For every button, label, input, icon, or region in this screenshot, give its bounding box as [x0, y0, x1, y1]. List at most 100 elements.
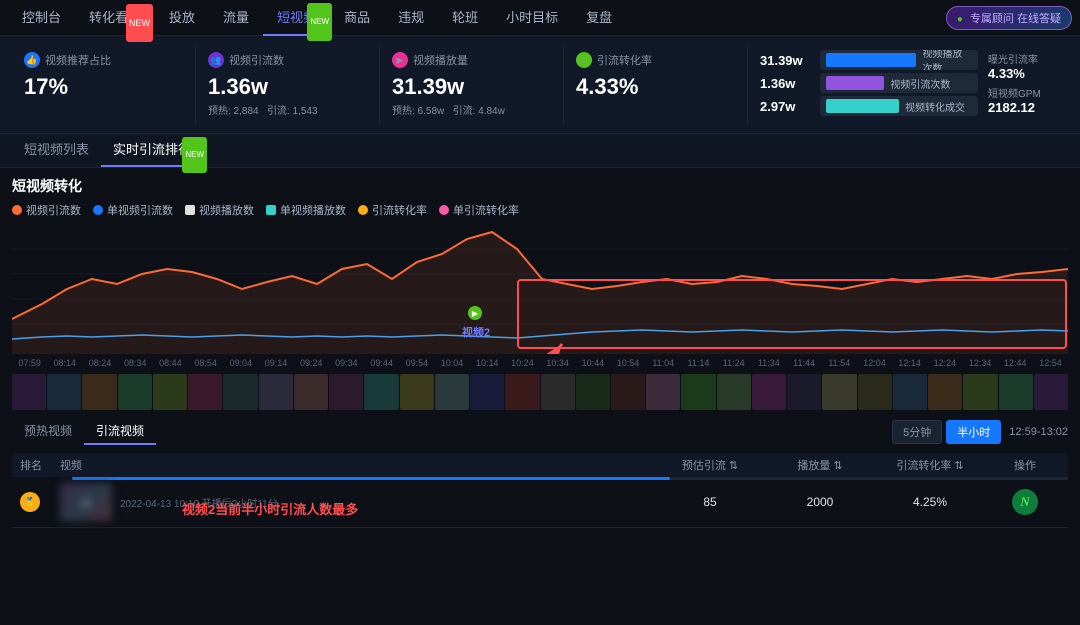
- legend-dot-flow: [12, 205, 22, 215]
- thumb-26[interactable]: [893, 374, 927, 410]
- right-stats-panel: 31.39w 视频播放次数 1.36w 视频引流次数 2.97w: [748, 46, 1068, 123]
- right-stat-fill-3: [826, 99, 899, 113]
- new-badge-shortvideo: NEW: [307, 3, 332, 41]
- thumb-6[interactable]: [188, 374, 222, 410]
- nav-item-placement[interactable]: 投放: [155, 0, 209, 36]
- thumb-4[interactable]: [118, 374, 152, 410]
- right-stat-fill-1: [826, 53, 916, 67]
- thumb-1[interactable]: [12, 374, 46, 410]
- nlink-button[interactable]: N: [1012, 489, 1038, 515]
- thumb-11[interactable]: [364, 374, 398, 410]
- sort-flow-icon[interactable]: ⇅: [729, 459, 738, 472]
- thumb-10[interactable]: [329, 374, 363, 410]
- new-badge-conversion: NEW: [126, 4, 153, 42]
- thumb-30[interactable]: [1034, 374, 1068, 410]
- thumb-29[interactable]: [999, 374, 1033, 410]
- chart-area: ▶ 视频2: [12, 224, 1068, 354]
- right-stat-val-2: 1.36w: [760, 76, 812, 91]
- stats-section: 👍 视频推荐占比 17% 👥 视频引流数 1.36w 预热: 2,884 引流:…: [0, 36, 1080, 134]
- row-op[interactable]: N: [990, 489, 1060, 515]
- time-axis: 07:59 08:14 08:24 08:34 08:44 08:54 09:0…: [12, 354, 1068, 372]
- thumb-27[interactable]: [928, 374, 962, 410]
- table-header: 排名 视频 预估引流 ⇅ 播放量 ⇅ 引流转化率 ⇅ 操作: [12, 453, 1068, 477]
- thumb-7[interactable]: [223, 374, 257, 410]
- nav-item-shift[interactable]: 轮班: [438, 0, 492, 36]
- thumb-20[interactable]: [681, 374, 715, 410]
- thumb-13[interactable]: [435, 374, 469, 410]
- stat-label-play: ▶ 视频播放量: [392, 52, 551, 68]
- chart-marker: ▶: [468, 306, 482, 320]
- legend-single-flow: 单视频引流数: [93, 202, 173, 218]
- thumb-25[interactable]: [858, 374, 892, 410]
- thumb-9[interactable]: [294, 374, 328, 410]
- sort-conv-icon[interactable]: ⇅: [954, 459, 963, 472]
- right-stat-fill-2: [826, 76, 884, 90]
- chart-section: 短视频转化 视频引流数 单视频引流数 视频播放数 单视频播放数 引流转化率 单引…: [0, 168, 1080, 412]
- thumb-17[interactable]: [576, 374, 610, 410]
- recommend-icon: 👍: [24, 52, 40, 68]
- stat-label-recommend: 👍 视频推荐占比: [24, 52, 183, 68]
- time-range-display: 12:59-13:02: [1009, 426, 1068, 438]
- stat-card-flow-count: 👥 视频引流数 1.36w 预热: 2,884 引流: 1,543: [196, 46, 380, 123]
- btn-5min[interactable]: 5分钟: [892, 420, 942, 444]
- thumb-24[interactable]: [822, 374, 856, 410]
- thumb-28[interactable]: [963, 374, 997, 410]
- nav-item-violations[interactable]: 违规: [384, 0, 438, 36]
- subtab-warmup[interactable]: 预热视频: [12, 418, 84, 445]
- online-indicator: ●: [957, 14, 963, 25]
- chart-svg: [12, 224, 1068, 354]
- nav-item-conversion[interactable]: 转化看板 NEW: [75, 0, 155, 36]
- thumb-5[interactable]: [153, 374, 187, 410]
- col-op: 操作: [990, 457, 1060, 473]
- right-stat-bar-1: 视频播放次数: [820, 50, 978, 70]
- sort-play-icon[interactable]: ⇅: [833, 459, 842, 472]
- stat-value-play: 31.39w: [392, 74, 551, 100]
- legend-single-play: 单视频播放数: [266, 202, 346, 218]
- legend-sq-play: [185, 205, 195, 215]
- nav-item-products[interactable]: 商品: [330, 0, 384, 36]
- stat-value-flow: 1.36w: [208, 74, 367, 100]
- thumb-3[interactable]: [82, 374, 116, 410]
- legend-play: 视频播放数: [185, 202, 254, 218]
- stat-label-conv: ⟳ 引流转化率: [576, 52, 735, 68]
- expert-btn[interactable]: ● 专属顾问 在线答疑: [946, 6, 1072, 30]
- chart-legend: 视频引流数 单视频引流数 视频播放数 单视频播放数 引流转化率 单引流转化率: [12, 202, 1068, 218]
- main-tabs: 短视频列表 实时引流排行 NEW: [0, 134, 1080, 168]
- table-row: 🥇 ▓▓ 2022-04-13 10:10 开播后2小时11分 视频2当前半小时…: [12, 477, 1068, 528]
- thumb-22[interactable]: [752, 374, 786, 410]
- nav-item-console[interactable]: 控制台: [8, 0, 75, 36]
- nav-item-shortvideo[interactable]: 短视频 NEW: [263, 0, 330, 36]
- thumb-18[interactable]: [611, 374, 645, 410]
- btn-halfhour[interactable]: 半小时: [946, 420, 1001, 444]
- thumb-21[interactable]: [717, 374, 751, 410]
- thumbnail-strip: [12, 372, 1068, 412]
- top-navigation: 控制台 转化看板 NEW 投放 流量 短视频 NEW 商品 违规 轮班 小时目标…: [0, 0, 1080, 36]
- thumb-14[interactable]: [470, 374, 504, 410]
- bottom-section: 预热视频 引流视频 5分钟 半小时 12:59-13:02 排名 视频 预估引流…: [0, 412, 1080, 534]
- nav-item-review[interactable]: 复盘: [572, 0, 626, 36]
- tab-realtime-ranking[interactable]: 实时引流排行 NEW: [101, 133, 203, 167]
- thumb-23[interactable]: [787, 374, 821, 410]
- thumb-15[interactable]: [505, 374, 539, 410]
- right-stat-row-1: 31.39w 视频播放次数: [760, 50, 978, 70]
- nav-item-hourly-target[interactable]: 小时目标: [492, 0, 572, 36]
- thumb-19[interactable]: [646, 374, 680, 410]
- col-rank: 排名: [20, 457, 60, 473]
- thumb-12[interactable]: [400, 374, 434, 410]
- thumb-2[interactable]: [47, 374, 81, 410]
- stat-sub-play: 预热: 6.58w 引流: 4.84w: [392, 102, 551, 117]
- legend-dot-single-conv: [439, 205, 449, 215]
- flow-icon: 👥: [208, 52, 224, 68]
- legend-dot-single-flow: [93, 205, 103, 215]
- right-stat-bar-2: 视频引流次数: [820, 73, 978, 93]
- thumb-16[interactable]: [541, 374, 575, 410]
- legend-flow: 视频引流数: [12, 202, 81, 218]
- thumb-8[interactable]: [259, 374, 293, 410]
- rank-gold-badge: 🥇: [20, 492, 40, 512]
- tab-shortvideo-list[interactable]: 短视频列表: [12, 133, 101, 167]
- right-stat-val-3: 2.97w: [760, 99, 812, 114]
- nav-item-flow[interactable]: 流量: [209, 0, 263, 36]
- legend-sq-single-play: [266, 205, 276, 215]
- row-progress-bg: [72, 477, 1068, 480]
- subtab-flow[interactable]: 引流视频: [84, 418, 156, 445]
